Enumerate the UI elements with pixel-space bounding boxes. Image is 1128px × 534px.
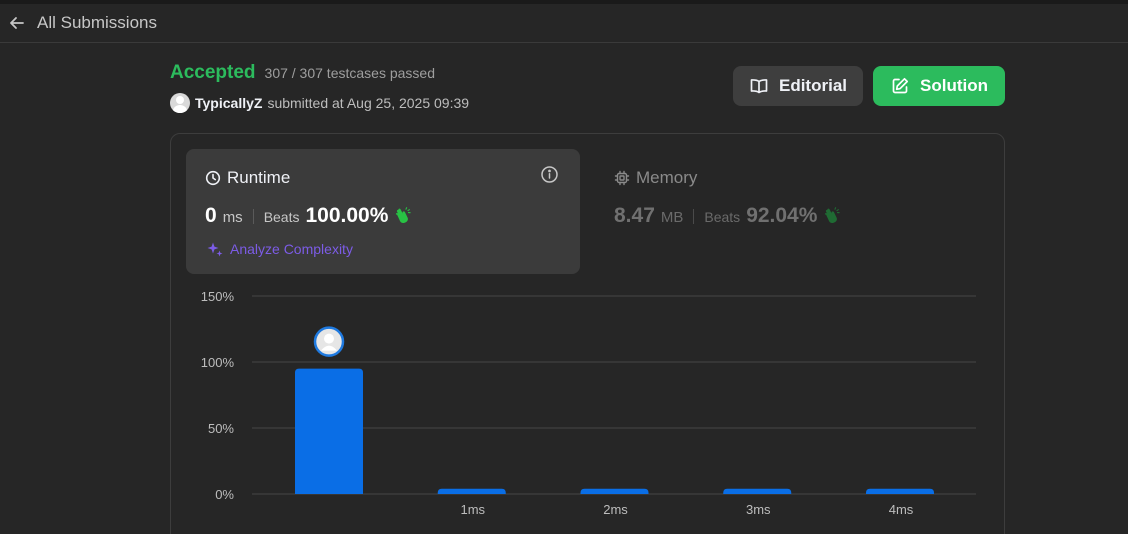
x-tick-label: 2ms xyxy=(603,502,628,517)
chart-bar[interactable] xyxy=(580,488,649,494)
chart-bar[interactable] xyxy=(437,488,506,494)
y-tick-label: 150% xyxy=(201,289,235,304)
runtime-distribution-chart: 0% 50% 100% 150% 1ms 2ms 3ms 4ms xyxy=(201,289,976,517)
y-tick-label: 50% xyxy=(208,421,234,436)
chart-bar[interactable] xyxy=(723,488,792,494)
user-avatar-marker xyxy=(313,326,345,357)
y-tick-label: 100% xyxy=(201,355,235,370)
x-tick-label: 1ms xyxy=(460,502,485,517)
x-tick-label: 4ms xyxy=(889,502,914,517)
y-tick-label: 0% xyxy=(215,487,234,502)
x-tick-label: 3ms xyxy=(746,502,771,517)
chart-bar[interactable] xyxy=(866,488,934,494)
chart-bar[interactable] xyxy=(295,368,363,494)
